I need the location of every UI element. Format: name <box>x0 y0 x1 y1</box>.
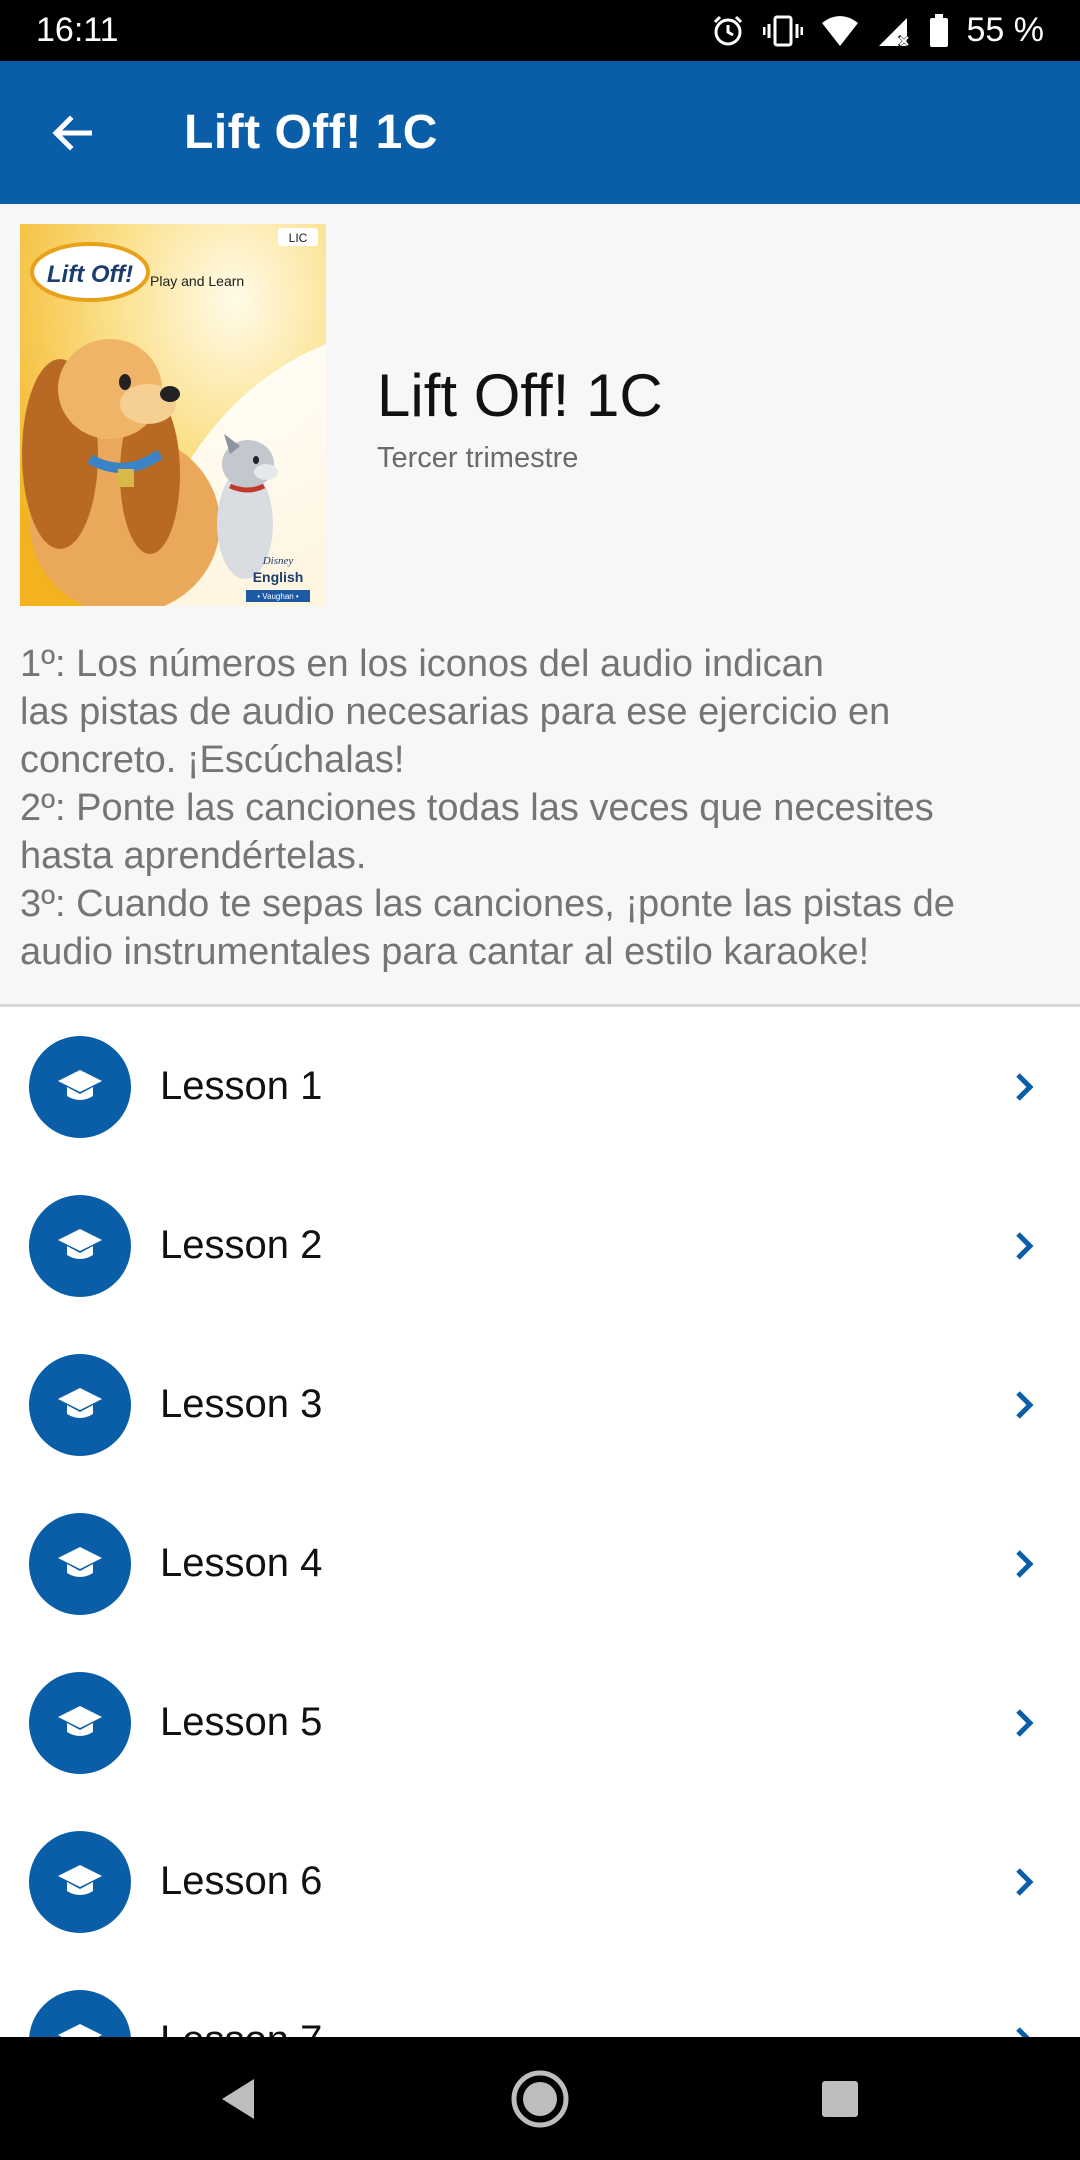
chevron-right-icon <box>1004 1385 1044 1425</box>
arrow-back-icon <box>52 114 92 151</box>
battery-icon <box>929 13 948 47</box>
nav-back-button[interactable] <box>198 2059 278 2139</box>
chevron-right-icon <box>1004 2021 1044 2037</box>
wifi-icon <box>821 15 858 46</box>
app-bar: Lift Off! 1C <box>0 61 1080 204</box>
lesson-label: Lesson 7 <box>160 2018 322 2037</box>
vibrate-icon <box>762 15 803 46</box>
status-time: 16:11 <box>36 11 119 49</box>
alarm-icon <box>713 15 742 45</box>
back-button[interactable] <box>36 97 108 169</box>
lesson-badge <box>29 1512 131 1615</box>
cover-brand-english: English <box>253 569 304 585</box>
graduation-cap-icon <box>58 1069 102 1100</box>
home-nav-icon <box>511 2070 569 2128</box>
cover-brand-disney: Disney <box>262 555 294 567</box>
graduation-cap-icon <box>58 1546 102 1577</box>
graduation-cap-icon <box>58 2023 102 2037</box>
signal-icon <box>878 17 910 47</box>
book-subtitle: Tercer trimestre <box>377 442 579 474</box>
book-header: Lift Off! Play and Learn LIC Disney Engl… <box>0 204 1080 1006</box>
nav-recents-button[interactable] <box>800 2059 880 2139</box>
lesson-label: Lesson 5 <box>160 1700 323 1744</box>
navigation-bar <box>0 2037 1080 2160</box>
battery-percent: 55 % <box>966 11 1045 49</box>
lesson-row[interactable]: Lesson 1 <box>0 1007 1080 1166</box>
lesson-row[interactable]: Lesson 2 <box>0 1166 1080 1325</box>
status-bar: 16:11 55 % <box>0 0 1080 61</box>
lesson-badge <box>29 1194 131 1297</box>
lesson-row[interactable]: Lesson 7 <box>0 1961 1080 2037</box>
lesson-badge <box>29 1353 131 1456</box>
cover-tagline: Play and Learn <box>150 273 244 289</box>
cover-logo-text: Lift Off! <box>47 261 133 288</box>
recents-nav-icon <box>822 2081 858 2117</box>
graduation-cap-icon <box>58 1387 102 1418</box>
status-icons: 55 % <box>711 11 1045 50</box>
lesson-row[interactable]: Lesson 3 <box>0 1325 1080 1484</box>
chevron-right-icon <box>1004 1703 1044 1743</box>
lesson-badge <box>29 1989 131 2037</box>
lesson-list: Lesson 1 Lesson 2 Lesson 3 Lesson 4 Less… <box>0 1007 1080 2037</box>
book-title: Lift Off! 1C <box>377 362 663 429</box>
chevron-right-icon <box>1004 1226 1044 1266</box>
lesson-row[interactable]: Lesson 6 <box>0 1802 1080 1961</box>
lesson-badge <box>29 1830 131 1933</box>
cover-level-tag: LIC <box>289 231 308 245</box>
chevron-right-icon <box>1004 1544 1044 1584</box>
lesson-label: Lesson 3 <box>160 1382 323 1426</box>
graduation-cap-icon <box>58 1705 102 1736</box>
graduation-cap-icon <box>58 1864 102 1895</box>
lesson-row[interactable]: Lesson 4 <box>0 1484 1080 1643</box>
cover-illustration: Lift Off! Play and Learn LIC Disney Engl… <box>20 224 326 606</box>
nav-home-button[interactable] <box>500 2059 580 2139</box>
lesson-label: Lesson 1 <box>160 1064 323 1108</box>
graduation-cap-icon <box>58 1228 102 1259</box>
lesson-label: Lesson 6 <box>160 1859 323 1903</box>
book-cover: Lift Off! Play and Learn LIC Disney Engl… <box>20 224 326 606</box>
cover-brand-vaughan: • Vaughan • <box>257 592 299 601</box>
chevron-right-icon <box>1004 1862 1044 1902</box>
lesson-label: Lesson 4 <box>160 1541 323 1585</box>
app-title: Lift Off! 1C <box>184 106 438 159</box>
back-nav-icon <box>222 2079 254 2119</box>
book-description: 1º: Los números en los iconos del audio … <box>20 643 955 973</box>
lesson-label: Lesson 2 <box>160 1223 323 1267</box>
chevron-right-icon <box>1004 1067 1044 1107</box>
lesson-badge <box>29 1035 131 1138</box>
lesson-badge <box>29 1671 131 1774</box>
lesson-row[interactable]: Lesson 5 <box>0 1643 1080 1802</box>
